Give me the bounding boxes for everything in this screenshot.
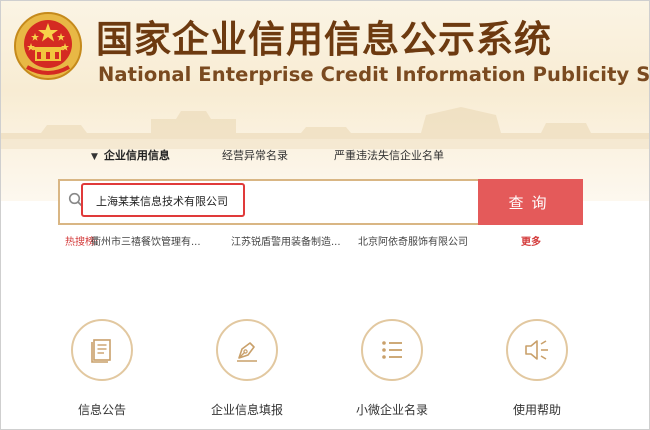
- service-small-business-list[interactable]: 小微企业名录: [337, 319, 447, 418]
- tab-blacklist[interactable]: 严重违法失信企业名单: [334, 147, 444, 163]
- more-link[interactable]: 更多: [521, 233, 541, 248]
- service-label: 企业信息填报: [210, 403, 283, 417]
- tab-enterprise-credit[interactable]: ▼ 企业信用信息: [91, 147, 170, 163]
- pen-icon: [237, 342, 257, 362]
- service-info-notice[interactable]: 信息公告: [47, 319, 157, 418]
- triangle-down-icon: ▼: [91, 152, 98, 162]
- tab-abnormal-list[interactable]: 经营异常名录: [222, 147, 288, 163]
- skyline-decoration: [1, 107, 649, 149]
- list-icon: [382, 341, 402, 359]
- page-title: 国家企业信用信息公示系统: [96, 17, 552, 61]
- page-frame: 国家企业信用信息公示系统 National Enterprise Credit …: [0, 0, 650, 430]
- service-help[interactable]: 使用帮助: [482, 319, 592, 418]
- search-tabs: ▼ 企业信用信息 经营异常名录 严重违法失信企业名单: [1, 147, 649, 171]
- service-circle: [361, 319, 423, 381]
- tab-label: 经营异常名录: [222, 149, 288, 162]
- hot-search-item[interactable]: 江苏锐盾警用装备制造...: [231, 233, 341, 248]
- service-info-filing[interactable]: 企业信息填报: [192, 319, 302, 418]
- hot-searches: 热搜榜: 衢州市三禧餐饮管理有... 江苏锐盾警用装备制造... 北京阿依奇服饰…: [65, 233, 605, 248]
- hot-search-item[interactable]: 衢州市三禧餐饮管理有...: [91, 233, 201, 248]
- header-banner: 国家企业信用信息公示系统 National Enterprise Credit …: [1, 1, 649, 201]
- national-emblem-icon: [14, 12, 82, 80]
- service-label: 信息公告: [77, 403, 126, 417]
- service-label: 使用帮助: [512, 403, 561, 417]
- document-icon: [91, 339, 111, 363]
- service-circle: [216, 319, 278, 381]
- tab-label: 企业信用信息: [103, 149, 170, 162]
- search-button[interactable]: 查询: [478, 179, 583, 225]
- hot-search-item[interactable]: 北京阿依奇服饰有限公司: [358, 233, 468, 248]
- tab-label: 严重违法失信企业名单: [334, 149, 444, 162]
- service-label: 小微企业名录: [355, 403, 428, 417]
- search-icon: [68, 192, 84, 208]
- service-circle: [71, 319, 133, 381]
- speaker-icon: [525, 340, 548, 360]
- search-bar: 查询: [58, 179, 585, 225]
- page-subtitle: National Enterprise Credit Information P…: [98, 63, 649, 86]
- search-box: [58, 179, 491, 225]
- service-circle: [506, 319, 568, 381]
- service-links: 信息公告 企业信息填报 小微企业名录 使用帮助: [1, 319, 649, 429]
- search-input[interactable]: [86, 186, 491, 216]
